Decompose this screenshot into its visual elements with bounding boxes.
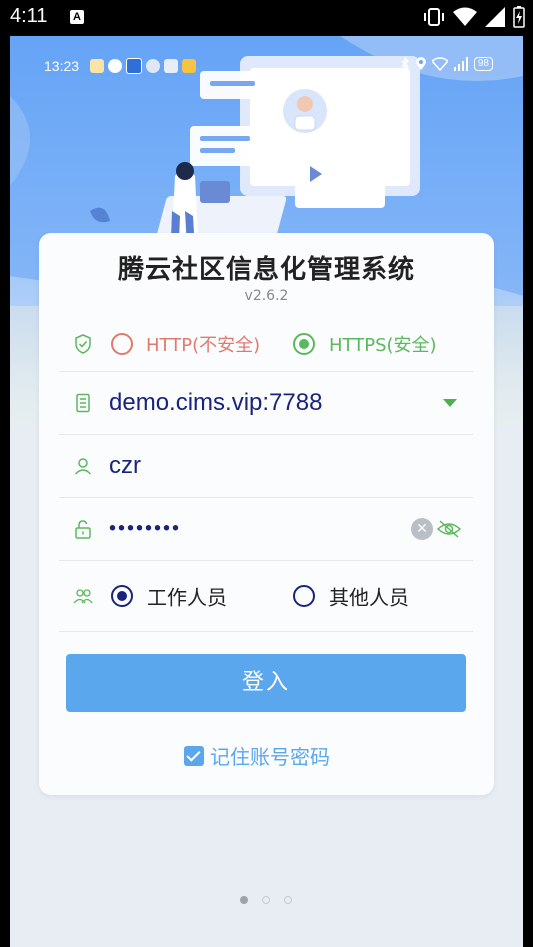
page-indicator (240, 896, 292, 904)
remember-checkbox[interactable] (184, 745, 204, 766)
clear-icon[interactable]: ✕ (411, 518, 433, 540)
username-value[interactable]: czr (109, 452, 141, 480)
user-icon (74, 458, 92, 475)
inner-system-icons: 98 (400, 57, 493, 71)
server-value[interactable]: demo.cims.vip:7788 (109, 389, 322, 417)
vibrate-icon (424, 8, 444, 26)
login-button[interactable]: 登入 (66, 654, 466, 712)
remember-label[interactable]: 记住账号密码 (210, 741, 330, 770)
inner-battery-indicator: 98 (473, 57, 493, 71)
notification-a-icon: A (70, 10, 84, 24)
http-label[interactable]: HTTP(不安全) (146, 331, 260, 357)
https-label[interactable]: HTTPS(安全) (329, 331, 437, 357)
staff-label[interactable]: 工作人员 (147, 582, 227, 611)
inner-notification-icons (90, 58, 196, 74)
inner-status-bar: 13:23 98 (10, 36, 523, 74)
other-label[interactable]: 其他人员 (329, 582, 409, 611)
page-dot[interactable] (284, 896, 292, 904)
password-field[interactable]: •••••••• ✕ (59, 498, 473, 561)
protocol-row: HTTP(不安全) HTTPS(安全) (59, 317, 473, 372)
wifi-icon (453, 7, 477, 26)
password-value[interactable]: •••••••• (109, 518, 181, 541)
signal-icon (485, 7, 505, 27)
users-icon (73, 589, 93, 604)
battery-icon (513, 6, 525, 28)
page-dot[interactable] (240, 896, 248, 904)
chat-notification-icon (108, 59, 122, 73)
eye-off-icon[interactable] (437, 519, 461, 539)
inner-signal-icon (453, 57, 468, 71)
shield-check-icon (75, 334, 91, 354)
server-field[interactable]: demo.cims.vip:7788 (59, 372, 473, 435)
os-time: 4:11 (10, 5, 48, 27)
inner-wifi-icon (431, 57, 448, 71)
screen: 4:11 A 13:23 98 腾云社区信息化管理系统 v2.6.2 HTTP(… (0, 0, 533, 947)
http-radio[interactable] (111, 333, 133, 355)
app-frame: 13:23 98 腾云社区信息化管理系统 v2.6.2 HTTP(不安全) HT… (10, 36, 523, 947)
square-notification-icon (164, 59, 178, 73)
location-icon (415, 57, 426, 70)
login-card: 腾云社区信息化管理系统 v2.6.2 HTTP(不安全) HTTPS(安全) d… (39, 233, 494, 795)
circle-notification-icon (146, 59, 160, 73)
remember-option[interactable]: 记住账号密码 (184, 741, 330, 770)
os-status-bar: 4:11 A (0, 0, 533, 36)
os-status-icons (423, 6, 525, 28)
app-notification-icon (90, 59, 104, 73)
bluetooth-icon (401, 57, 409, 71)
meituan-notification-icon (182, 59, 196, 73)
app-title: 腾云社区信息化管理系统 (117, 255, 415, 285)
browser-notification-icon (126, 58, 142, 74)
role-row: 工作人员 其他人员 (59, 561, 473, 632)
chevron-down-icon[interactable] (443, 399, 457, 407)
other-radio[interactable] (293, 585, 315, 607)
staff-radio[interactable] (111, 585, 133, 607)
https-radio[interactable] (293, 333, 315, 355)
inner-status-time: 13:23 (44, 58, 80, 74)
page-dot[interactable] (262, 896, 270, 904)
username-field[interactable]: czr (59, 435, 473, 498)
server-icon (76, 393, 90, 413)
app-version: v2.6.2 (244, 288, 289, 304)
lock-icon (75, 520, 91, 539)
